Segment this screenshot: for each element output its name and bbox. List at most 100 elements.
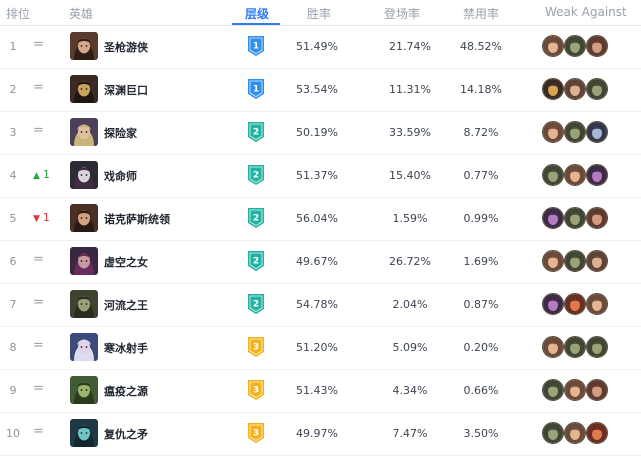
tier-shield-icon: 1 [248,79,264,99]
tier-shield-icon: 2 [248,208,264,228]
hero-name[interactable]: 复仇之矛 [104,426,148,442]
table-row[interactable]: 4 ▲ 1 戏命师 2 51.37% 15.40% 0.77% [0,155,641,198]
hero-name[interactable]: 圣枪游侠 [104,39,148,55]
hero-header: 英雄 [69,7,94,21]
table-row[interactable]: 1 = 圣枪游侠 1 51.49% 21.74% 48.52% [0,26,641,69]
ban-rate-value: 0.66% [463,384,499,397]
counter-champion-avatar[interactable] [586,78,608,100]
table-row[interactable]: 9 = 瘟疫之源 3 51.43% 4.34% 0.66% [0,370,641,413]
ban-rate-value: 0.20% [463,341,499,354]
hero-portrait[interactable] [70,75,98,103]
tier-badge: 3 [247,379,265,403]
hero-portrait[interactable] [70,247,98,275]
counter-champion-avatar[interactable] [564,293,586,315]
win-rate-value: 49.67% [296,255,338,268]
rank-number: 4 [9,169,17,182]
counter-champion-avatar[interactable] [586,379,608,401]
counter-champion-avatar[interactable] [542,121,564,143]
rank-down-indicator: ▼ 1 [33,211,50,224]
tier-shield-icon: 3 [248,380,264,400]
tier-badge: 2 [247,164,265,188]
hero-portrait[interactable] [70,419,98,447]
counter-champion-avatar[interactable] [586,121,608,143]
counter-champion-avatar[interactable] [542,35,564,57]
counter-champion-avatar[interactable] [586,293,608,315]
hero-name[interactable]: 探险家 [104,125,137,141]
win-rate-value: 54.78% [296,298,338,311]
tier-number: 1 [253,85,259,95]
rank-number: 10 [6,427,20,440]
hero-portrait[interactable] [70,161,98,189]
counter-champion-avatar[interactable] [564,379,586,401]
counter-champion-avatar[interactable] [586,422,608,444]
counter-champion-avatar[interactable] [564,207,586,229]
counter-champion-avatar[interactable] [542,422,564,444]
hero-portrait[interactable] [70,290,98,318]
pick-rate-value: 11.31% [389,83,431,96]
pick-rate-value: 2.04% [392,298,428,311]
counter-champion-avatar[interactable] [564,164,586,186]
hero-name[interactable]: 虚空之女 [104,254,148,270]
counter-champion-avatar[interactable] [586,164,608,186]
tier-badge: 2 [247,121,265,145]
rank-unchanged-indicator: = [33,381,44,396]
pick-rate-value: 26.72% [389,255,431,268]
win-rate-value: 50.19% [296,126,338,139]
table-row[interactable]: 3 = 探险家 2 50.19% 33.59% 8.72% [0,112,641,155]
counter-champion-avatar[interactable] [542,336,564,358]
win-rate-header[interactable]: 胜率 [307,5,331,22]
tier-shield-icon: 2 [248,251,264,271]
table-row[interactable]: 8 = 寒冰射手 3 51.20% 5.09% 0.20% [0,327,641,370]
ban-rate-header[interactable]: 禁用率 [463,5,499,22]
pick-rate-value: 21.74% [389,40,431,53]
hero-portrait[interactable] [70,118,98,146]
counter-champion-avatar[interactable] [542,293,564,315]
counter-champion-avatar[interactable] [586,336,608,358]
ban-rate-value: 0.77% [463,169,499,182]
rank-unchanged-indicator: = [33,123,44,138]
table-row[interactable]: 10 = 复仇之矛 3 49.97% 7.47% 3.50% [0,413,641,456]
table-row[interactable]: 7 = 河流之王 2 54.78% 2.04% 0.87% [0,284,641,327]
hero-portrait[interactable] [70,204,98,232]
table-row[interactable]: 5 ▼ 1 诺克萨斯统领 2 56.04% 1.59% 0.99% [0,198,641,241]
table-row[interactable]: 6 = 虚空之女 2 49.67% 26.72% 1.69% [0,241,641,284]
counter-champion-avatar[interactable] [542,379,564,401]
counter-champion-avatar[interactable] [542,164,564,186]
ban-rate-value: 0.99% [463,212,499,225]
hero-portrait[interactable] [70,376,98,404]
counter-champion-avatar[interactable] [542,207,564,229]
counter-champion-avatar[interactable] [564,250,586,272]
hero-name[interactable]: 瘟疫之源 [104,383,148,399]
hero-name[interactable]: 深渊巨口 [104,82,148,98]
counter-champion-avatar[interactable] [564,78,586,100]
hero-name[interactable]: 戏命师 [104,168,137,184]
counter-champion-avatar[interactable] [564,422,586,444]
counter-champion-avatar[interactable] [564,336,586,358]
hero-name[interactable]: 诺克萨斯统领 [104,211,170,227]
counter-champion-avatar[interactable] [564,121,586,143]
rank-number: 5 [9,212,17,225]
counter-champion-avatar[interactable] [586,250,608,272]
hero-name[interactable]: 寒冰射手 [104,340,148,356]
rank-unchanged-indicator: = [33,338,44,353]
counter-champion-avatar[interactable] [586,207,608,229]
tier-header[interactable]: 层级 [245,5,269,22]
pick-rate-header[interactable]: 登场率 [384,5,420,22]
counter-champion-avatar[interactable] [586,35,608,57]
pick-rate-value: 1.59% [392,212,428,225]
table-row[interactable]: 2 = 深渊巨口 1 53.54% 11.31% 14.18% [0,69,641,112]
hero-portrait[interactable] [70,32,98,60]
tier-number: 2 [253,128,259,138]
win-rate-value: 56.04% [296,212,338,225]
pick-rate-value: 15.40% [389,169,431,182]
win-rate-value: 51.37% [296,169,338,182]
counter-champion-avatar[interactable] [542,250,564,272]
hero-name[interactable]: 河流之王 [104,297,148,313]
ban-rate-value: 48.52% [460,40,502,53]
triangle-up-icon: ▲ [33,171,40,181]
counter-champion-avatar[interactable] [542,78,564,100]
weak-against-list [542,35,612,59]
hero-portrait[interactable] [70,333,98,361]
tier-list-table: 排位 英雄 层级 胜率 登场率 禁用率 Weak Against 1 = 圣枪游侠… [0,0,641,456]
counter-champion-avatar[interactable] [564,35,586,57]
